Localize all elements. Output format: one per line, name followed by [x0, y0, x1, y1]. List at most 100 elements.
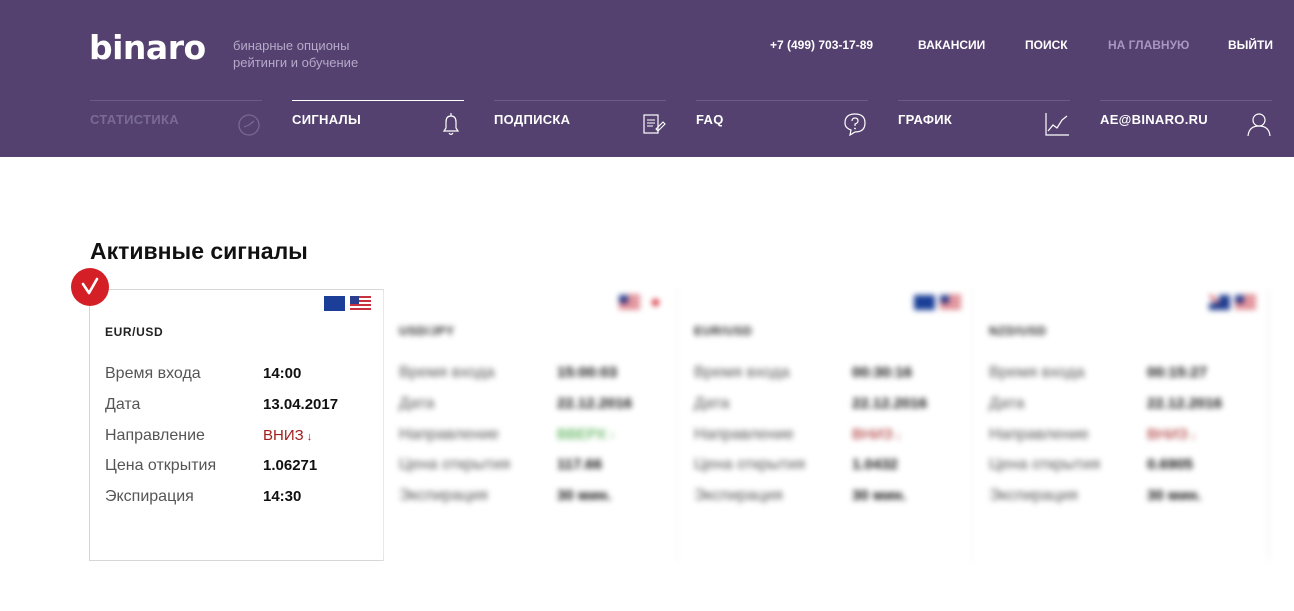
- expiration-value: 30 мин.: [852, 487, 907, 504]
- entry-time-value: 00:15:27: [1147, 364, 1208, 381]
- expiration-value: 14:30: [263, 488, 302, 505]
- flag-pair: [909, 295, 961, 311]
- top-links: +7 (499) 703-17-89 ВАКАНСИИ ПОИСК НА ГЛА…: [0, 38, 1294, 54]
- date-value: 13.04.2017: [263, 396, 339, 413]
- us-flag-icon: [619, 295, 640, 310]
- arrow-down-icon: ↓: [895, 430, 902, 442]
- open-price-row: Цена открытия 117.66: [399, 456, 669, 476]
- nav-item-subscription[interactable]: ПОДПИСКА: [494, 100, 666, 141]
- direction-value: ВНИЗ ↓: [263, 427, 312, 444]
- entry-time-label: Время входа: [399, 364, 495, 381]
- entry-time-label: Время входа: [105, 365, 201, 382]
- signal-card[interactable]: EUR/USD Время входа 00:30:16 Дата 22.12.…: [679, 289, 974, 561]
- nav-label: FAQ: [696, 112, 724, 127]
- direction-row: Направление ВНИЗ ↓: [105, 427, 375, 447]
- flag-pair: [1204, 295, 1256, 311]
- open-price-value: 1.0432: [852, 456, 898, 473]
- direction-label: Направление: [399, 426, 499, 443]
- nav-label: СИГНАЛЫ: [292, 112, 361, 127]
- page-title: Активные сигналы: [90, 238, 308, 264]
- entry-time-row: Время входа 00:15:27: [989, 364, 1259, 384]
- date-row: Дата 13.04.2017: [105, 396, 375, 416]
- entry-time-label: Время входа: [989, 364, 1085, 381]
- vacancies-link[interactable]: ВАКАНСИИ: [918, 38, 985, 52]
- direction-row: Направление ВНИЗ ↓: [694, 426, 964, 446]
- arrow-down-icon: ↓: [306, 431, 313, 443]
- home-link[interactable]: НА ГЛАВНУЮ: [1108, 38, 1189, 52]
- us-flag-icon: [1235, 295, 1256, 310]
- direction-label: Направление: [105, 427, 205, 444]
- open-price-row: Цена открытия 0.6905: [989, 456, 1259, 476]
- entry-time-row: Время входа 00:30:16: [694, 364, 964, 384]
- nz-flag-icon: [1209, 295, 1230, 310]
- signal-card[interactable]: USD/JPY Время входа 15:00:03 Дата 22.12.…: [384, 289, 679, 561]
- tagline-line-2: рейтинги и обучение: [233, 55, 359, 70]
- open-price-row: Цена открытия 1.0432: [694, 456, 964, 476]
- entry-time-value: 15:00:03: [557, 364, 618, 381]
- open-price-row: Цена открытия 1.06271: [105, 457, 375, 477]
- currency-pair: EUR/USD: [694, 324, 753, 338]
- stopwatch-icon: [236, 111, 262, 137]
- nav-item-chart[interactable]: ГРАФИК: [898, 100, 1070, 141]
- jp-flag-icon: [645, 295, 666, 310]
- flag-pair: [614, 295, 666, 311]
- arrow-up-icon: ↑: [609, 430, 615, 442]
- signal-card[interactable]: NZD/USD Время входа 00:15:27 Дата 22.12.…: [974, 289, 1269, 561]
- us-flag-icon: [350, 296, 371, 311]
- date-label: Дата: [989, 395, 1025, 412]
- flag-pair: [319, 296, 371, 312]
- direction-label: Направление: [989, 426, 1089, 443]
- open-price-label: Цена открытия: [105, 457, 217, 474]
- currency-pair: EUR/USD: [105, 325, 164, 339]
- nav-item-account[interactable]: AE@BINARO.RU: [1100, 100, 1272, 141]
- open-price-value: 117.66: [557, 456, 603, 473]
- direction-text: ВНИЗ: [852, 426, 893, 443]
- search-link[interactable]: ПОИСК: [1025, 38, 1068, 52]
- direction-text: ВНИЗ: [263, 427, 304, 444]
- currency-pair: NZD/USD: [989, 324, 1047, 338]
- eu-flag-icon: [324, 296, 345, 311]
- date-label: Дата: [399, 395, 435, 412]
- nav-item-faq[interactable]: FAQ: [696, 100, 868, 141]
- date-row: Дата 22.12.2016: [989, 395, 1259, 415]
- currency-pair: USD/JPY: [399, 324, 455, 338]
- date-label: Дата: [105, 396, 141, 413]
- direction-label: Направление: [694, 426, 794, 443]
- direction-row: Направление ВНИЗ ↓: [989, 426, 1259, 446]
- chart-icon: [1044, 111, 1070, 137]
- nav-label: ГРАФИК: [898, 112, 953, 127]
- open-price-label: Цена открытия: [989, 456, 1101, 473]
- logout-link[interactable]: ВЫЙТИ: [1228, 38, 1273, 52]
- signal-card[interactable]: EUR/USD Время входа 14:00 Дата 13.04.201…: [89, 289, 384, 561]
- direction-value: ВНИЗ ↓: [852, 426, 901, 443]
- nav-item-signals[interactable]: СИГНАЛЫ: [292, 100, 464, 141]
- date-value: 22.12.2016: [1147, 395, 1223, 412]
- expiration-label: Экспирация: [989, 487, 1078, 504]
- question-bubble-icon: [842, 111, 868, 137]
- document-icon: [640, 111, 666, 137]
- bell-icon: [438, 111, 464, 137]
- selected-check-badge: [71, 268, 109, 306]
- expiration-row: Экспирация 30 мин.: [989, 487, 1259, 507]
- direction-value: ВНИЗ ↓: [1147, 426, 1196, 443]
- expiration-row: Экспирация 14:30: [105, 488, 375, 508]
- entry-time-value: 14:00: [263, 365, 302, 382]
- open-price-value: 1.06271: [263, 457, 318, 474]
- open-price-label: Цена открытия: [694, 456, 806, 473]
- nav-label: СТАТИСТИКА: [90, 112, 179, 127]
- expiration-label: Экспирация: [694, 487, 783, 504]
- nav-label: AE@BINARO.RU: [1100, 112, 1208, 127]
- nav-label: ПОДПИСКА: [494, 112, 571, 127]
- us-flag-icon: [940, 295, 961, 310]
- expiration-value: 30 мин.: [557, 487, 612, 504]
- phone-link[interactable]: +7 (499) 703-17-89: [770, 38, 873, 52]
- direction-text: ВНИЗ: [1147, 426, 1188, 443]
- entry-time-row: Время входа 14:00: [105, 365, 375, 385]
- nav-item-statistics[interactable]: СТАТИСТИКА: [90, 100, 262, 141]
- open-price-label: Цена открытия: [399, 456, 511, 473]
- checkmark-icon: [81, 277, 99, 295]
- entry-time-value: 00:30:16: [852, 364, 913, 381]
- entry-time-row: Время входа 15:00:03: [399, 364, 669, 384]
- expiration-label: Экспирация: [105, 488, 194, 505]
- date-row: Дата 22.12.2016: [399, 395, 669, 415]
